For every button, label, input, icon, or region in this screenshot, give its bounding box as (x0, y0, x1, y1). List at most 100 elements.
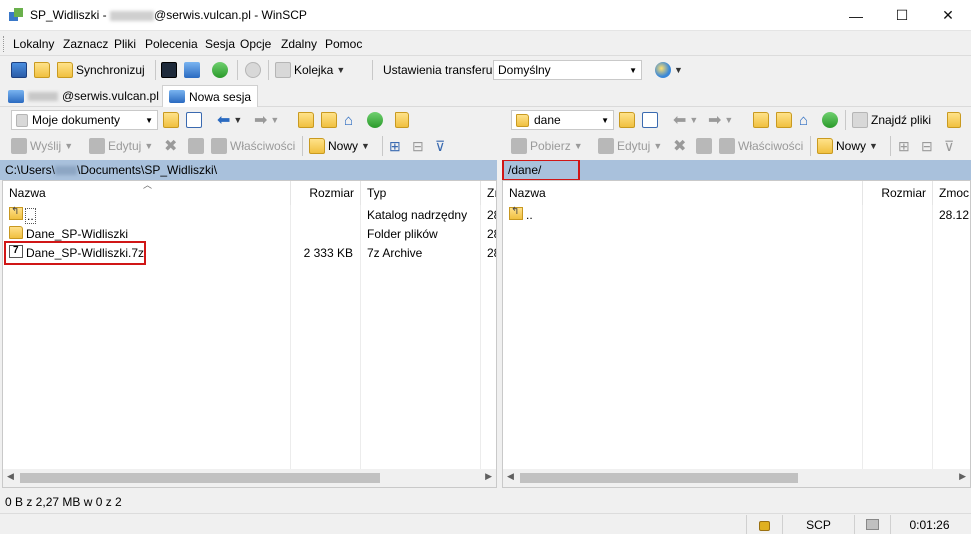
left-send-button[interactable]: Wyślij ▼ (11, 135, 73, 157)
right-scroll-thumb[interactable] (520, 473, 798, 483)
left-open-dir-button[interactable] (163, 109, 179, 131)
right-find-files-button[interactable]: Znajdź pliki (852, 109, 931, 131)
transfer-preset-select[interactable]: Domyślny ▼ (493, 60, 642, 80)
right-select-all-button[interactable]: ⊞ (898, 135, 910, 157)
right-root-dir-button[interactable] (776, 109, 792, 131)
right-back-button[interactable]: ⬅ ▼ (673, 109, 698, 131)
sync-browse-button[interactable] (34, 59, 50, 81)
title-bar: SP_Widliszki - @serwis.vulcan.pl - WinSC… (0, 0, 971, 31)
right-location-select[interactable]: dane ▼ (511, 110, 614, 130)
table-row[interactable]: .. Katalog nadrzędny 28 (3, 206, 496, 225)
left-root-dir-button[interactable] (321, 109, 337, 131)
chevron-down-icon: ▼ (869, 141, 878, 151)
encryption-lock-icon[interactable] (746, 515, 782, 534)
chevron-down-icon: ▼ (573, 141, 583, 151)
chevron-down-icon: ▼ (233, 115, 243, 125)
globe-icon (655, 62, 671, 78)
right-col-name[interactable]: Nazwa (503, 181, 863, 205)
left-location-select[interactable]: Moje dokumenty ▼ (11, 110, 158, 130)
right-tree-button[interactable] (947, 109, 961, 131)
left-file-list[interactable]: Nazwa︿ Rozmiar Typ Zı .. Katalog nadrzęd… (2, 180, 497, 488)
right-edit-button[interactable]: Edytuj ▼ (598, 135, 662, 157)
menu-lokalny[interactable]: Lokalny (13, 37, 54, 51)
toolbar-handle[interactable] (3, 36, 6, 52)
console-icon (161, 62, 177, 78)
menu-polecenia[interactable]: Polecenia (145, 37, 198, 51)
menu-zdalny[interactable]: Zdalny (281, 37, 317, 51)
tab-new-session[interactable]: Nowa sesja (162, 85, 259, 107)
left-horizontal-scrollbar[interactable]: ◀ ▶ (3, 469, 496, 487)
right-download-button[interactable]: Pobierz ▼ (511, 135, 583, 157)
left-rename-button[interactable] (188, 135, 204, 157)
right-horizontal-scrollbar[interactable]: ◀ ▶ (503, 469, 970, 487)
console-button[interactable] (161, 59, 177, 81)
left-properties-button[interactable]: Właściwości (211, 135, 295, 157)
chevron-down-icon: ▼ (361, 141, 370, 151)
maximize-button[interactable]: ☐ (879, 0, 925, 31)
left-edit-button[interactable]: Edytuj ▼ (89, 135, 153, 157)
close-button[interactable]: ✕ (925, 0, 971, 31)
left-col-type[interactable]: Typ (361, 181, 481, 205)
parent-folder-icon (509, 206, 523, 220)
plus-icon: ⊞ (898, 137, 910, 154)
putty-button[interactable] (184, 59, 200, 81)
left-refresh-button[interactable] (367, 109, 383, 131)
right-new-button[interactable]: Nowy ▼ (817, 135, 878, 157)
transfer-options-button[interactable]: ▼ (655, 59, 683, 81)
compare-dirs-button[interactable] (11, 59, 27, 81)
left-parent-dir-button[interactable] (298, 109, 314, 131)
right-open-dir-button[interactable] (619, 109, 635, 131)
right-forward-button[interactable]: ➡ ▼ (708, 109, 733, 131)
synchronize-button[interactable]: Synchronizuj (57, 59, 145, 81)
menu-opcje[interactable]: Opcje (240, 37, 271, 51)
menu-pliki[interactable]: Pliki (114, 37, 136, 51)
left-home-button[interactable]: ⌂ (344, 109, 353, 131)
right-col-size[interactable]: Rozmiar (863, 181, 933, 205)
right-col-changed[interactable]: Zmoc (933, 181, 970, 205)
chevron-down-icon: ▼ (724, 115, 734, 125)
table-row[interactable]: .. 28.12. (503, 206, 970, 225)
left-scroll-thumb[interactable] (20, 473, 380, 483)
root-folder-icon (321, 112, 337, 128)
refresh-session-button[interactable] (212, 59, 228, 81)
left-new-button[interactable]: Nowy ▼ (309, 135, 370, 157)
tab-session[interactable]: @serwis.vulcan.pl (2, 85, 165, 107)
right-home-button[interactable]: ⌂ (799, 109, 808, 131)
left-unselect-button[interactable]: ⊟ (412, 135, 424, 157)
left-nav-toolbar: Moje dokumenty ▼ ⬅ ▼ ➡ ▼ ⌂ (0, 107, 497, 133)
menu-zaznacz[interactable]: Zaznacz (63, 37, 108, 51)
left-select-all-button[interactable]: ⊞ (389, 135, 401, 157)
left-find-button[interactable] (395, 109, 409, 131)
connection-monitor-icon[interactable] (854, 515, 890, 534)
transfer-settings-label: Ustawienia transferu (383, 63, 493, 77)
left-filter-button[interactable] (186, 109, 202, 131)
table-row[interactable]: Dane_SP-Widliszki.7z 2 333 KB 7z Archive… (3, 241, 496, 265)
parent-folder-icon (9, 206, 23, 220)
left-back-button[interactable]: ⬅ ▼ (217, 109, 242, 131)
tree-icon (947, 112, 961, 128)
menu-pomoc[interactable]: Pomoc (325, 37, 362, 51)
right-file-list[interactable]: Nazwa Rozmiar Zmoc .. 28.12. ◀ ▶ (502, 180, 971, 488)
left-filter-select-button[interactable]: ⊽ (435, 135, 445, 157)
right-rename-button[interactable] (696, 135, 712, 157)
left-path-bar[interactable]: C:\Users\ \Documents\SP_Widliszki\ (0, 160, 497, 180)
chevron-down-icon: ▼ (601, 116, 609, 125)
queue-button[interactable]: Kolejka ▼ (275, 59, 345, 81)
refresh-icon (367, 112, 383, 128)
left-col-changed[interactable]: Zı (481, 181, 496, 205)
left-col-size[interactable]: Rozmiar (291, 181, 361, 205)
right-parent-dir-button[interactable] (753, 109, 769, 131)
right-delete-button[interactable]: ✖ (673, 135, 686, 157)
right-refresh-button[interactable] (822, 109, 838, 131)
menu-sesja[interactable]: Sesja (205, 37, 235, 51)
left-forward-button[interactable]: ➡ ▼ (254, 109, 279, 131)
preferences-button[interactable] (245, 59, 261, 81)
right-properties-button[interactable]: Właściwości (719, 135, 803, 157)
minimize-button[interactable]: — (833, 0, 879, 31)
left-delete-button[interactable]: ✖ (164, 135, 177, 157)
right-unselect-button[interactable]: ⊟ (921, 135, 933, 157)
right-path-bar[interactable]: /dane/ (502, 160, 971, 180)
right-filter-select-button[interactable]: ⊽ (944, 135, 954, 157)
right-filter-button[interactable] (642, 109, 658, 131)
left-col-name[interactable]: Nazwa ︿ (3, 181, 291, 205)
